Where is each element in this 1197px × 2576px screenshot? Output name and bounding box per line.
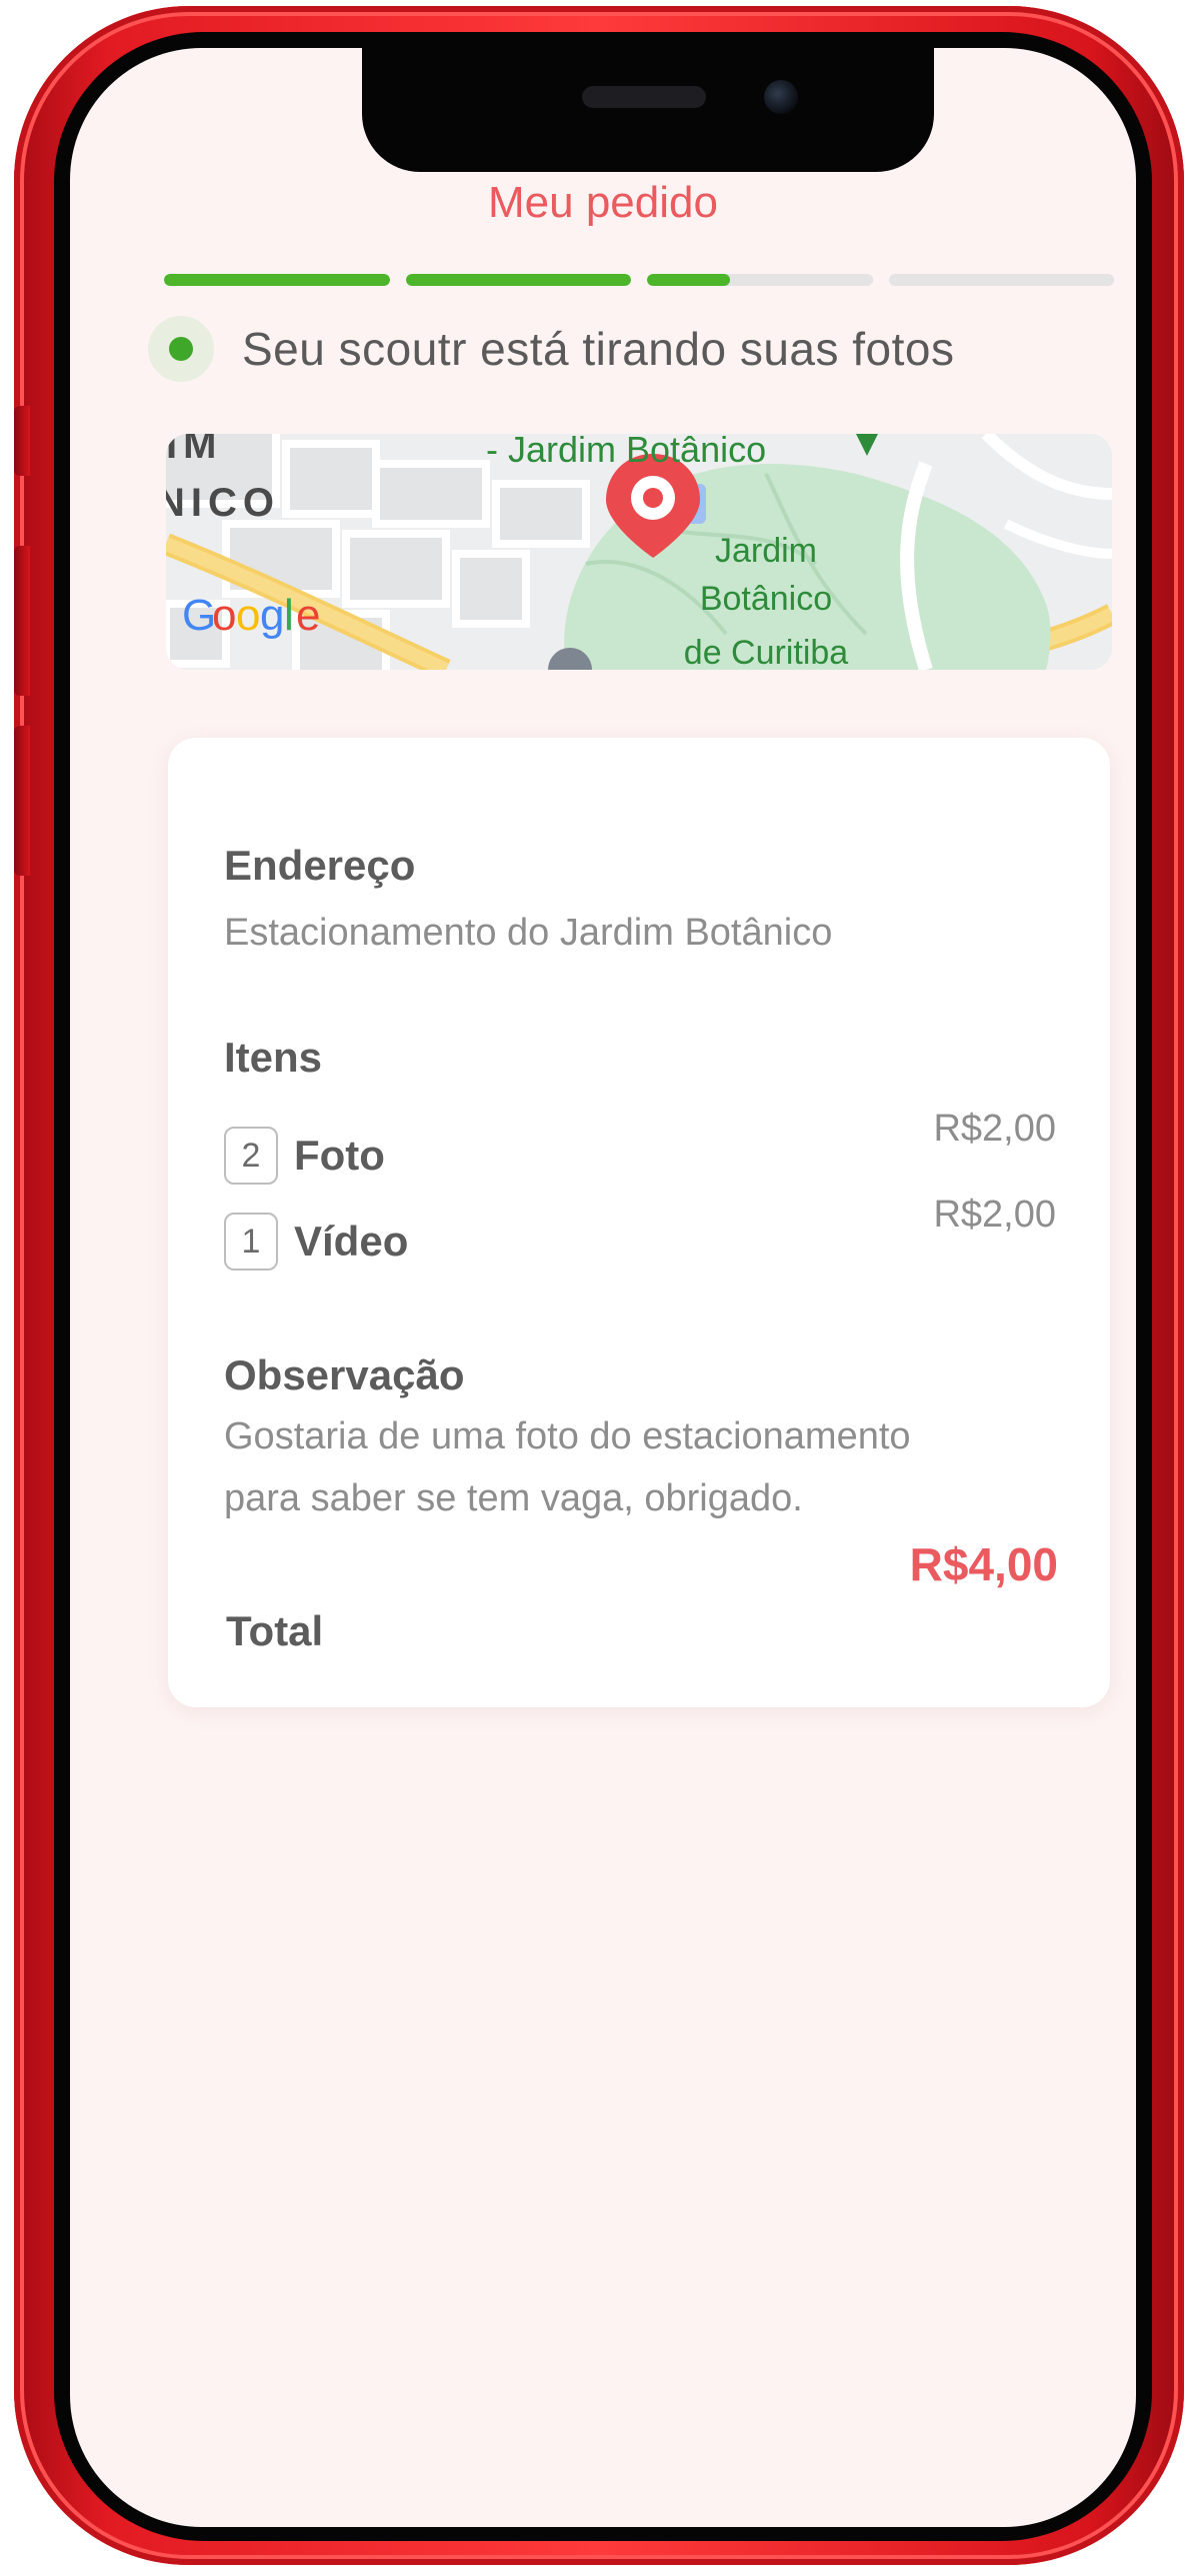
phone-frame: Meu pedido Seu scoutr está tirando suas … [14,6,1184,2565]
item-name: Foto [294,1132,385,1179]
progress-segment-fill [647,274,731,286]
front-camera [764,80,798,114]
address-value: Estacionamento do Jardim Botânico [224,912,833,954]
map-park-label-1: Jardim [715,532,817,570]
total-label: Total [226,1607,324,1654]
list-item: 1 Vídeo R$2,00 [224,1194,1056,1272]
status-text: Seu scoutr está tirando suas fotos [242,323,955,375]
item-name: Vídeo [294,1218,409,1265]
svg-text:l: l [284,591,294,640]
progress-segment [405,274,631,286]
note-label: Observação [224,1351,465,1398]
status-indicator [148,316,214,382]
svg-text:o: o [212,591,236,640]
item-quantity-badge: 2 [224,1127,278,1185]
side-button-mute [14,406,30,476]
svg-text:e: e [296,591,320,640]
order-status: Seu scoutr está tirando suas fotos [148,316,955,382]
map-edge-label-1: IM [166,434,222,467]
side-button-volume-up [14,546,30,696]
map-park-label-2: Botânico [700,580,832,618]
list-item: 2 Foto R$2,00 [224,1108,1056,1186]
total-value: R$4,00 [909,1538,1058,1590]
map-place-label: - Jardim Botânico [486,434,766,470]
phone-screen: Meu pedido Seu scoutr está tirando suas … [70,48,1136,2527]
progress-segment [888,274,1114,286]
item-quantity-badge: 1 [224,1213,278,1271]
note-line-1: Gostaria de uma foto do estacionamento [224,1415,911,1457]
order-summary-card: Endereço Estacionamento do Jardim Botâni… [168,738,1110,1707]
google-logo: G o o g l e [182,591,320,640]
map-park-label-3: de Curitiba [684,634,849,670]
speaker-grille [582,86,706,108]
progress-segment [647,274,873,286]
order-progress-bar [164,274,1114,286]
svg-text:g: g [260,591,284,640]
status-dot-icon [169,337,193,361]
page-title: Meu pedido [488,178,718,227]
progress-segment-fill [405,274,631,286]
address-label: Endereço [224,842,416,889]
item-price: R$2,00 [933,1194,1056,1236]
items-label: Itens [224,1034,323,1081]
item-price: R$2,00 [933,1108,1056,1150]
svg-text:o: o [236,591,260,640]
phone-notch [362,48,934,172]
map-edge-label-2: NICO [166,481,280,525]
progress-segment-fill [164,274,390,286]
location-map[interactable]: - Jardim Botânico Jardim Botânico de Cur… [166,434,1112,670]
progress-segment [164,274,390,286]
side-button-volume-down [14,726,30,876]
note-line-2: para saber se tem vaga, obrigado. [224,1477,803,1519]
